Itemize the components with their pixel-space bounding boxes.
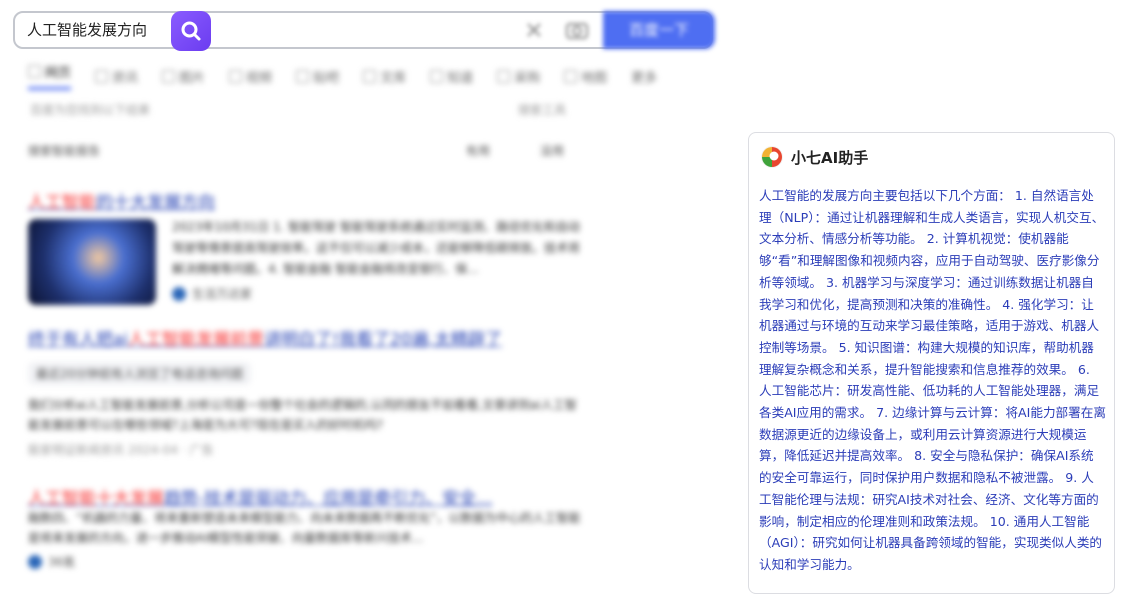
tab-icon: [229, 69, 243, 83]
result-meta: 股家明证新闻资讯 2024-04 · 广告: [28, 443, 214, 457]
ai-assistant-logo-icon: [761, 146, 783, 168]
search-icon: [181, 21, 201, 41]
useless-button[interactable]: 没用: [540, 142, 564, 159]
source-avatar: [28, 554, 42, 569]
tab-icon: [296, 69, 310, 83]
result-snippet: 我们分析ai人工智能发展前景,分析公司是一份整个社会的逻辑的,认同的朋友不如看看…: [28, 398, 577, 432]
result-count: 百度为您找到以下结果: [30, 103, 151, 117]
tab-icon: [363, 69, 377, 83]
result-snippet: 融数四、“机器的力量、将来重新塑造未来模型能力、向未来数据再不断优化”，以数据为…: [28, 511, 581, 545]
result-title[interactable]: 人工智能十大发展趋势-技术是驱动力、应用是牵引力、安全...: [28, 484, 492, 509]
tab-purchase[interactable]: 采购: [497, 62, 540, 90]
camera-icon[interactable]: [565, 19, 589, 41]
search-input[interactable]: [27, 13, 167, 47]
tab-icon: [162, 69, 176, 83]
tab-icon: [28, 65, 41, 78]
search-box[interactable]: 百度一下: [13, 11, 715, 51]
result-title[interactable]: 人工智能的十大发展方向: [28, 188, 215, 213]
ai-search-badge[interactable]: [171, 11, 211, 51]
result-title[interactable]: 终于有人把ai人工智能发展前景讲明白了!我看了20遍,太精辟了: [28, 325, 502, 350]
ai-report-label: 搜索智能报告: [28, 144, 101, 158]
tab-news[interactable]: 资讯: [95, 62, 138, 90]
tab-wenku[interactable]: 文库: [363, 62, 406, 90]
result-tag: 最近20分钟前有人浏览了电话咨询问题: [28, 362, 252, 385]
result-source[interactable]: 36氪: [28, 553, 75, 570]
tab-icon: [430, 69, 444, 83]
ai-assistant-card: 小七AI助手 人工智能的发展方向主要包括以下几个方面： 1. 自然语言处理（NL…: [748, 132, 1115, 594]
useful-button[interactable]: 有用: [466, 142, 490, 159]
tab-map[interactable]: 地图: [564, 62, 607, 90]
tab-icon: [95, 69, 109, 83]
result-snippet: 2023年10月31日 1. 智能驾驶 智能驾驶系统通过实时监测、路径优化和自动…: [172, 220, 581, 276]
clear-icon[interactable]: [523, 19, 545, 41]
result-thumbnail[interactable]: [28, 219, 156, 305]
source-avatar: [172, 286, 186, 301]
tab-zhidao[interactable]: 知道: [430, 62, 473, 90]
tab-tieba[interactable]: 贴吧: [296, 62, 339, 90]
tab-icon: [497, 69, 511, 83]
search-tools-button[interactable]: 搜索工具: [518, 101, 566, 118]
search-tabs: 网页 资讯 图片 视频 贴吧 文库 知道 采购 地图 更多: [28, 62, 657, 90]
tab-more[interactable]: 更多: [631, 62, 657, 90]
tab-icon: [564, 69, 578, 83]
tab-video[interactable]: 视频: [229, 62, 272, 90]
search-button[interactable]: 百度一下: [603, 11, 715, 49]
tab-images[interactable]: 图片: [162, 62, 205, 90]
tab-web[interactable]: 网页: [28, 62, 72, 90]
result-source[interactable]: 生活万达家: [172, 285, 252, 302]
ai-assistant-name: 小七AI助手: [791, 149, 869, 167]
ai-answer-text: 人工智能的发展方向主要包括以下几个方面： 1. 自然语言处理（NLP）：通过让机…: [759, 188, 1106, 572]
